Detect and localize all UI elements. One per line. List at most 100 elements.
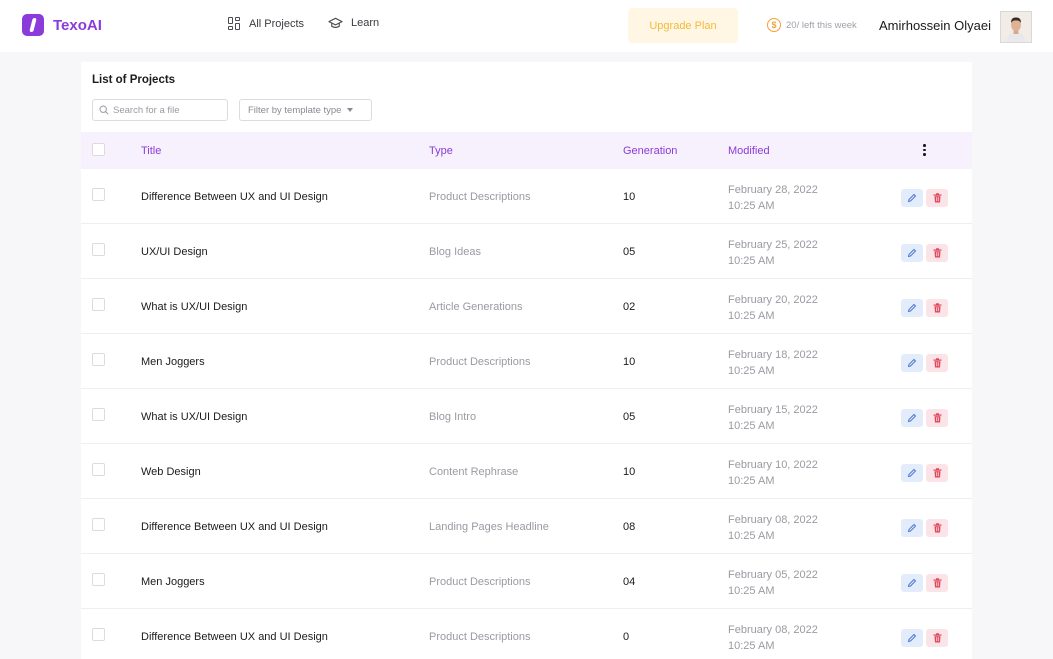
delete-button[interactable] <box>926 519 948 537</box>
row-checkbox[interactable] <box>92 628 105 641</box>
search-icon <box>99 105 109 115</box>
row-checkbox[interactable] <box>92 408 105 421</box>
delete-button[interactable] <box>926 244 948 262</box>
edit-button[interactable] <box>901 464 923 482</box>
project-type: Product Descriptions <box>429 191 531 203</box>
graduation-cap-icon <box>328 17 343 29</box>
nav-all-projects-label: All Projects <box>249 17 305 30</box>
row-checkbox[interactable] <box>92 463 105 476</box>
project-type: Article Generations <box>429 301 523 313</box>
trash-icon <box>933 633 941 643</box>
trash-icon <box>933 523 941 533</box>
delete-button[interactable] <box>926 299 948 317</box>
project-generation: 10 <box>623 466 636 478</box>
search-field[interactable] <box>92 99 228 121</box>
project-title[interactable]: What is UX/UI Design <box>141 411 247 423</box>
row-checkbox[interactable] <box>92 518 105 531</box>
page-title: List of Projects <box>92 74 176 86</box>
trash-icon <box>933 468 941 478</box>
project-type: Product Descriptions <box>429 631 531 643</box>
edit-button[interactable] <box>901 519 923 537</box>
column-type[interactable]: Type <box>429 145 453 157</box>
nav-learn-label: Learn <box>351 17 380 29</box>
trash-icon <box>933 358 941 368</box>
pencil-icon <box>907 633 917 643</box>
more-vertical-icon[interactable] <box>922 144 926 156</box>
project-type: Product Descriptions <box>429 356 531 368</box>
modified-date: February 05, 2022 <box>728 569 818 581</box>
row-checkbox[interactable] <box>92 298 105 311</box>
project-title[interactable]: Web Design <box>141 466 201 478</box>
project-title[interactable]: Difference Between UX and UI Design <box>141 521 328 533</box>
filter-label: Filter by template type <box>248 104 342 116</box>
row-checkbox[interactable] <box>92 188 105 201</box>
table-row[interactable]: Web Design Content Rephrase 10 February 10,… <box>81 444 972 499</box>
upgrade-plan-button[interactable]: Upgrade Plan <box>628 8 738 43</box>
modified-time: 10:25 AM <box>728 530 775 542</box>
edit-button[interactable] <box>901 409 923 427</box>
delete-button[interactable] <box>926 354 948 372</box>
modified-time: 10:25 AM <box>728 365 775 377</box>
pencil-icon <box>907 248 917 258</box>
modified-date: February 10, 2022 <box>728 459 818 471</box>
edit-button[interactable] <box>901 574 923 592</box>
edit-button[interactable] <box>901 354 923 372</box>
delete-button[interactable] <box>926 574 948 592</box>
nav-all-projects[interactable]: All Projects <box>228 17 304 30</box>
delete-button[interactable] <box>926 409 948 427</box>
modified-date: February 18, 2022 <box>728 349 818 361</box>
modified-time: 10:25 AM <box>728 585 775 597</box>
table-row[interactable]: What is UX/UI Design Article Generations 0… <box>81 279 972 334</box>
template-type-filter[interactable]: Filter by template type <box>239 99 372 121</box>
project-generation: 10 <box>623 191 636 203</box>
edit-button[interactable] <box>901 189 923 207</box>
project-title[interactable]: What is UX/UI Design <box>141 301 247 313</box>
logo[interactable]: TexoAI <box>22 14 102 36</box>
select-all-checkbox[interactable] <box>92 143 105 156</box>
table-row[interactable]: Difference Between UX and UI Design Produ… <box>81 169 972 224</box>
table-row[interactable]: UX/UI Design Blog Ideas 05 February 25, 202… <box>81 224 972 279</box>
project-type: Blog Ideas <box>429 246 481 258</box>
project-modified: February 05, 2022 10:25 AM <box>728 567 818 599</box>
project-title[interactable]: UX/UI Design <box>141 246 208 258</box>
table-row[interactable]: Difference Between UX and UI Design Produ… <box>81 609 972 659</box>
row-checkbox[interactable] <box>92 573 105 586</box>
row-checkbox[interactable] <box>92 353 105 366</box>
project-title[interactable]: Men Joggers <box>141 576 205 588</box>
column-modified[interactable]: Modified <box>728 145 770 157</box>
table-row[interactable]: What is UX/UI Design Blog Intro 05 February… <box>81 389 972 444</box>
project-type: Blog Intro <box>429 411 477 423</box>
project-type: Product Descriptions <box>429 576 531 588</box>
project-title[interactable]: Men Joggers <box>141 356 205 368</box>
table-row[interactable]: Difference Between UX and UI Design Landi… <box>81 499 972 554</box>
pencil-icon <box>907 358 917 368</box>
chevron-down-icon <box>347 108 354 112</box>
column-generation[interactable]: Generation <box>623 145 677 157</box>
edit-button[interactable] <box>901 299 923 317</box>
table-row[interactable]: Men Joggers Product Descriptions 10 Februar… <box>81 334 972 389</box>
project-modified: February 20, 2022 10:25 AM <box>728 292 818 324</box>
modified-time: 10:25 AM <box>728 420 775 432</box>
user-name[interactable]: Amirhossein Olyaei <box>879 18 991 33</box>
coin-icon: $ <box>767 18 781 32</box>
project-type: Landing Pages Headline <box>429 521 549 533</box>
modified-date: February 15, 2022 <box>728 404 818 416</box>
pencil-icon <box>907 413 917 423</box>
modified-time: 10:25 AM <box>728 310 775 322</box>
avatar[interactable] <box>1000 11 1032 43</box>
table-row[interactable]: Men Joggers Product Descriptions 04 Februar… <box>81 554 972 609</box>
delete-button[interactable] <box>926 464 948 482</box>
edit-button[interactable] <box>901 629 923 647</box>
project-title[interactable]: Difference Between UX and UI Design <box>141 191 328 203</box>
top-nav-bar: TexoAI All Projects Learn Upgrade Plan $… <box>0 0 1053 52</box>
edit-button[interactable] <box>901 244 923 262</box>
delete-button[interactable] <box>926 189 948 207</box>
delete-button[interactable] <box>926 629 948 647</box>
project-title[interactable]: Difference Between UX and UI Design <box>141 631 328 643</box>
project-modified: February 25, 2022 10:25 AM <box>728 237 818 269</box>
nav-learn[interactable]: Learn <box>328 17 379 29</box>
trash-icon <box>933 193 941 203</box>
column-title[interactable]: Title <box>141 145 161 157</box>
search-input[interactable] <box>113 104 223 116</box>
row-checkbox[interactable] <box>92 243 105 256</box>
